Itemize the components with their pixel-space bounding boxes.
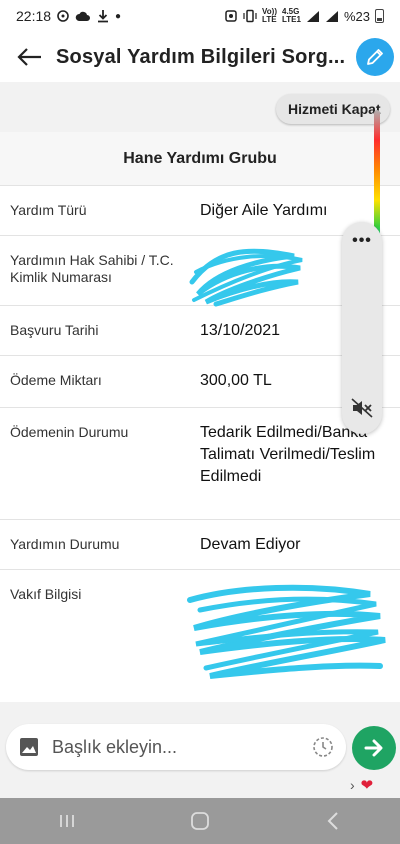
chevron-right-icon[interactable]: › — [350, 777, 355, 793]
volume-panel[interactable]: ••• — [342, 222, 382, 434]
message-bar: Başlık ekleyin... › ❤ — [0, 712, 400, 798]
download-icon — [98, 10, 109, 23]
dot-icon: ● — [115, 10, 122, 22]
signal2-icon — [325, 10, 338, 22]
battery-icon — [375, 9, 384, 23]
home-button[interactable] — [170, 801, 230, 841]
back-nav-button[interactable] — [303, 801, 363, 841]
notification-icon — [57, 10, 69, 22]
row-label: Vakıf Bilgisi — [10, 586, 82, 602]
send-icon — [364, 739, 383, 757]
row-value: Devam Ediyor — [200, 536, 301, 553]
row-label: Başvuru Tarihi — [10, 322, 99, 338]
caption-placeholder[interactable]: Başlık ekleyin... — [52, 737, 312, 758]
app-header: Sosyal Yardım Bilgileri Sorg... — [0, 32, 400, 82]
row-label: Yardım Türü — [10, 202, 87, 218]
edit-button[interactable] — [356, 38, 394, 76]
network-label-bottom: LTE — [262, 15, 277, 24]
row-label: Ödemenin Durumu — [10, 424, 129, 440]
recent-apps-icon — [59, 815, 74, 827]
row-label: Yardımın Hak Sahibi / T.C. Kimlik Numara… — [10, 252, 174, 285]
status-time: 22:18 — [16, 8, 52, 24]
card-title: Hane Yardımı Grubu — [0, 132, 400, 186]
table-row: Vakıf Bilgisi — [0, 570, 400, 702]
redaction-scribble — [187, 584, 386, 679]
table-row: Yardımın Durumu Devam Ediyor — [0, 520, 400, 570]
reaction-row[interactable]: › ❤ — [350, 776, 373, 794]
cloud-icon — [75, 11, 91, 21]
home-icon — [191, 812, 209, 830]
vibrate-icon — [243, 9, 257, 23]
table-row: Yardım Türü Diğer Aile Yardımı — [0, 186, 400, 236]
recent-apps-button[interactable] — [37, 801, 97, 841]
gallery-icon[interactable] — [18, 736, 40, 758]
battery-text: %23 — [343, 8, 370, 24]
mute-icon[interactable] — [351, 398, 373, 418]
network2-label-bottom: LTE1 — [282, 15, 301, 24]
table-row: Başvuru Tarihi 13/10/2021 — [0, 306, 400, 356]
redaction-scribble — [189, 248, 303, 307]
status-bar: 22:18 ● Vo)) LTE 4.5G LTE1 %23 — [0, 0, 400, 32]
pencil-icon — [367, 49, 383, 65]
info-card: Hane Yardımı Grubu Yardım Türü Diğer Ail… — [0, 132, 400, 702]
caption-input[interactable]: Başlık ekleyin... — [6, 724, 346, 770]
more-options-icon[interactable]: ••• — [342, 232, 382, 250]
table-row: Ödemenin Durumu Tedarik Edilmedi/Banka T… — [0, 408, 400, 520]
row-label: Ödeme Miktarı — [10, 372, 102, 388]
row-label: Yardımın Durumu — [10, 536, 120, 552]
table-row: Yardımın Hak Sahibi / T.C. Kimlik Numara… — [0, 236, 400, 307]
signal-icon — [306, 10, 319, 22]
row-value: Diğer Aile Yardımı — [200, 202, 328, 219]
back-icon[interactable] — [10, 37, 50, 77]
back-nav-icon — [327, 812, 339, 830]
send-button[interactable] — [352, 726, 396, 770]
system-nav-bar — [0, 798, 400, 844]
alarm-icon — [225, 10, 237, 22]
table-row: Ödeme Miktarı 300,00 TL — [0, 356, 400, 408]
close-service-button[interactable]: Hizmeti Kapat — [276, 94, 390, 124]
heart-icon[interactable]: ❤ — [361, 776, 374, 794]
page-title: Sosyal Yardım Bilgileri Sorg... — [56, 45, 346, 68]
timer-icon[interactable] — [312, 736, 334, 758]
